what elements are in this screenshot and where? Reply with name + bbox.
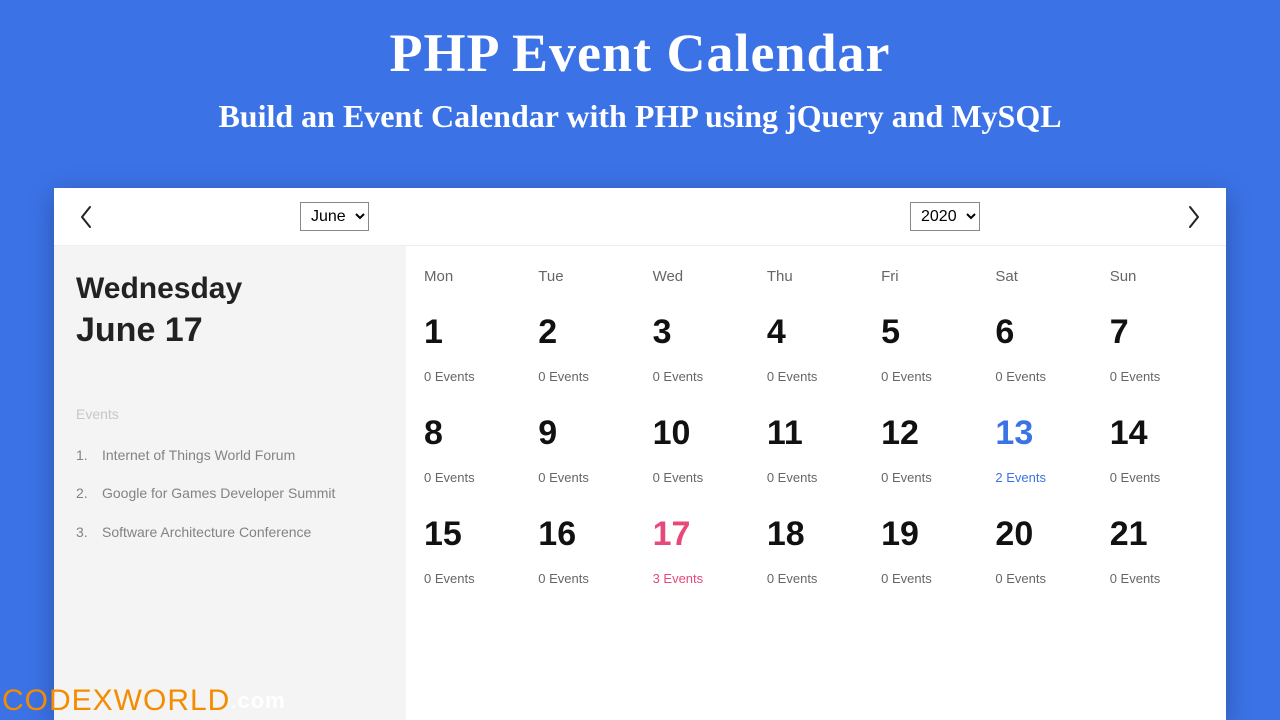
weekday-header: Mon [416,264,530,303]
year-select[interactable]: 2020 [910,202,980,231]
day-number: 2 [538,315,636,349]
day-number: 21 [1110,517,1208,551]
day-event-count: 0 Events [538,571,636,586]
day-number: 18 [767,517,865,551]
weekday-header: Fri [873,264,987,303]
day-number: 1 [424,315,522,349]
calendar-day[interactable]: 17 3 Events [645,505,759,606]
calendar-day[interactable]: 8 0 Events [416,404,530,505]
day-event-count: 0 Events [424,369,522,384]
selected-day-date: June 17 [76,311,384,350]
day-number: 3 [653,315,751,349]
weekday-header: Sun [1102,264,1216,303]
calendar-day[interactable]: 20 0 Events [987,505,1101,606]
day-number: 17 [653,517,751,551]
day-event-count: 0 Events [995,571,1093,586]
calendar-week: 15 0 Events 16 0 Events 17 3 Events 18 0 Events… [416,505,1216,606]
page-title: PHP Event Calendar [0,0,1280,84]
day-event-count: 0 Events [424,470,522,485]
day-event-count: 2 Events [995,470,1093,485]
day-number: 4 [767,315,865,349]
calendar-day[interactable]: 14 0 Events [1102,404,1216,505]
day-event-count: 0 Events [653,369,751,384]
watermark-tld: com [237,688,285,713]
calendar-day[interactable]: 7 0 Events [1102,303,1216,404]
day-event-count: 0 Events [881,571,979,586]
selected-day-weekday: Wednesday [76,272,384,307]
weekday-header: Wed [645,264,759,303]
day-event-count: 0 Events [881,369,979,384]
weekday-header: Tue [530,264,644,303]
day-number: 19 [881,517,979,551]
calendar-day[interactable]: 12 0 Events [873,404,987,505]
chevron-left-icon [78,205,94,229]
calendar-day[interactable]: 11 0 Events [759,404,873,505]
day-number: 14 [1110,416,1208,450]
event-list-item[interactable]: Internet of Things World Forum [76,436,384,475]
day-event-count: 0 Events [767,369,865,384]
events-heading: Events [76,406,384,422]
calendar-grid: MonTueWedThuFriSatSun 1 0 Events 2 0 Events… [406,246,1226,720]
day-event-count: 0 Events [995,369,1093,384]
day-event-count: 0 Events [1110,470,1208,485]
day-event-count: 0 Events [1110,369,1208,384]
weekday-header-row: MonTueWedThuFriSatSun [416,264,1216,303]
day-event-count: 3 Events [653,571,751,586]
calendar-week: 80 Events90 Events100 Events110 Events12… [416,404,1216,505]
day-number: 5 [881,315,979,349]
calendar-day[interactable]: 16 0 Events [530,505,644,606]
prev-month-button[interactable] [72,203,100,231]
day-event-count: 0 Events [424,571,522,586]
day-number: 20 [995,517,1093,551]
month-select[interactable]: June [300,202,369,231]
day-number: 12 [881,416,979,450]
calendar-day[interactable]: 3 0 Events [645,303,759,404]
day-number: 15 [424,517,522,551]
event-list-item[interactable]: Google for Games Developer Summit [76,474,384,513]
day-event-count: 0 Events [538,369,636,384]
calendar-week: 1 0 Events 2 0 Events 3 0 Events 4 0 Events 5 0 E… [416,303,1216,404]
calendar-card: June 2020 Wednesday June 17 Events Inter… [54,188,1226,720]
day-event-count: 0 Events [653,470,751,485]
day-number: 13 [995,416,1093,450]
day-event-count: 0 Events [767,470,865,485]
calendar-day[interactable]: 2 0 Events [530,303,644,404]
day-event-count: 0 Events [1110,571,1208,586]
calendar-day[interactable]: 10 0 Events [645,404,759,505]
day-number: 16 [538,517,636,551]
calendar-day[interactable]: 1 0 Events [416,303,530,404]
chevron-right-icon [1186,205,1202,229]
page-subtitle: Build an Event Calendar with PHP using j… [0,98,1280,135]
day-number: 8 [424,416,522,450]
weekday-header: Sat [987,264,1101,303]
day-event-count: 0 Events [538,470,636,485]
calendar-day[interactable]: 18 0 Events [759,505,873,606]
day-number: 6 [995,315,1093,349]
watermark-brand: CODEXWORLD [2,684,230,717]
calendar-day[interactable]: 13 2 Events [987,404,1101,505]
calendar-topbar: June 2020 [54,188,1226,246]
day-event-count: 0 Events [881,470,979,485]
calendar-day[interactable]: 4 0 Events [759,303,873,404]
calendar-day[interactable]: 21 0 Events [1102,505,1216,606]
watermark: CODEXWORLD.com [2,684,286,718]
day-event-count: 0 Events [767,571,865,586]
calendar-day[interactable]: 9 0 Events [530,404,644,505]
calendar-day[interactable]: 19 0 Events [873,505,987,606]
next-month-button[interactable] [1180,203,1208,231]
events-list: Internet of Things World ForumGoogle for… [76,436,384,553]
event-list-item[interactable]: Software Architecture Conference [76,513,384,552]
calendar-day[interactable]: 15 0 Events [416,505,530,606]
weekday-header: Thu [759,264,873,303]
calendar-day[interactable]: 5 0 Events [873,303,987,404]
selected-day-panel: Wednesday June 17 Events Internet of Thi… [54,246,406,720]
day-number: 11 [767,416,865,450]
day-number: 7 [1110,315,1208,349]
day-number: 9 [538,416,636,450]
calendar-day[interactable]: 6 0 Events [987,303,1101,404]
day-number: 10 [653,416,751,450]
